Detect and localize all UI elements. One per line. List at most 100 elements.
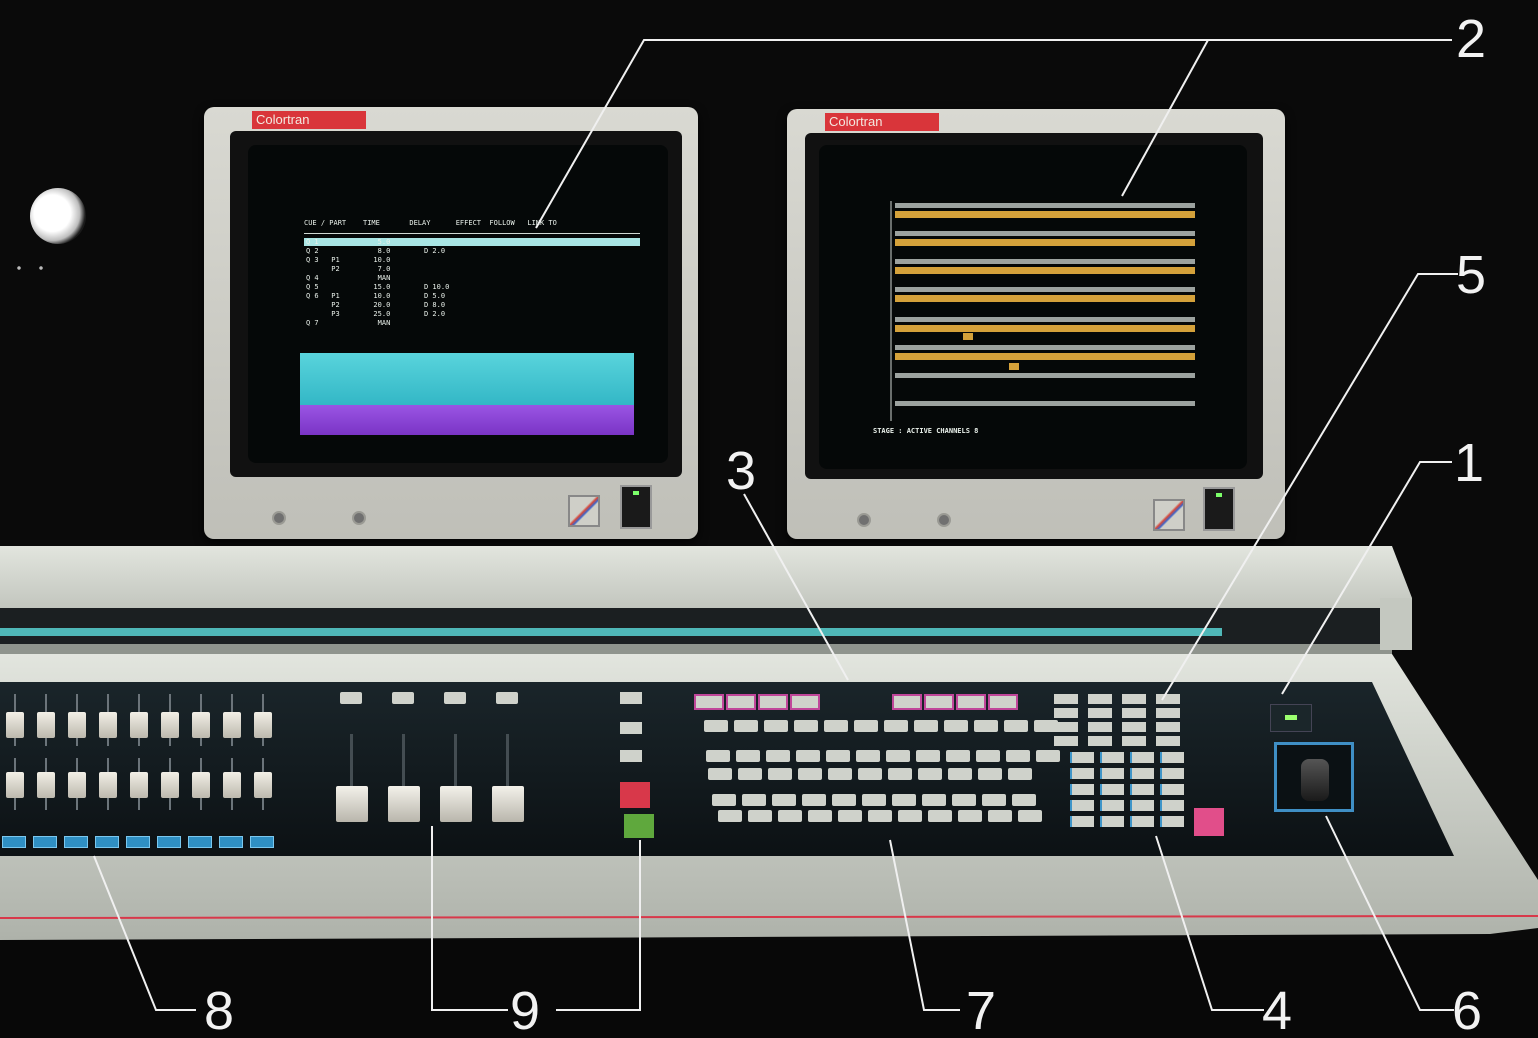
trackball[interactable] [1301,759,1329,801]
keyboard-key[interactable] [948,768,972,780]
keypad-key[interactable] [1160,800,1184,811]
master-select-button[interactable] [496,692,518,704]
keyboard-key[interactable] [974,720,998,732]
keyboard-key[interactable] [736,750,760,762]
keypad-top-key[interactable] [1088,736,1112,746]
submaster-bump-button[interactable] [126,836,150,848]
submaster-fader-cap[interactable] [161,712,179,738]
keyboard-key[interactable] [976,750,1000,762]
keyboard-key[interactable] [922,794,946,806]
function-key[interactable] [892,694,922,710]
submaster-fader-cap[interactable] [223,772,241,798]
keyboard-key[interactable] [856,750,880,762]
submaster-bump-button[interactable] [64,836,88,848]
keypad-key[interactable] [1100,784,1124,795]
submaster-bump-button[interactable] [219,836,243,848]
keypad-top-key[interactable] [1054,736,1078,746]
keypad-top-key[interactable] [1088,708,1112,718]
playback-button[interactable] [620,750,642,762]
keyboard-key[interactable] [978,768,1002,780]
master-select-button[interactable] [444,692,466,704]
submaster-fader-cap[interactable] [130,712,148,738]
keypad-key[interactable] [1100,816,1124,827]
keypad-key[interactable] [1070,784,1094,795]
keyboard-key[interactable] [958,810,982,822]
keyboard-key[interactable] [734,720,758,732]
submaster-fader-cap[interactable] [161,772,179,798]
keyboard-key[interactable] [1006,750,1030,762]
submaster-fader-cap[interactable] [192,712,210,738]
submaster-bump-button[interactable] [188,836,212,848]
keyboard-key[interactable] [862,794,886,806]
keyboard-key[interactable] [738,768,762,780]
keyboard-key[interactable] [838,810,862,822]
submaster-fader-cap[interactable] [254,772,272,798]
submaster-fader-cap[interactable] [99,712,117,738]
hold-button[interactable] [620,782,650,808]
keyboard-key[interactable] [772,794,796,806]
keyboard-key[interactable] [1008,768,1032,780]
keypad-key[interactable] [1130,784,1154,795]
submaster-bump-button[interactable] [250,836,274,848]
keyboard-key[interactable] [886,750,910,762]
playback-button[interactable] [620,722,642,734]
master-fader-cap[interactable] [388,786,420,822]
keyboard-key[interactable] [704,720,728,732]
keypad-top-key[interactable] [1122,722,1146,732]
keyboard-key[interactable] [868,810,892,822]
function-key[interactable] [726,694,756,710]
keyboard-key[interactable] [1004,720,1028,732]
keypad-key[interactable] [1160,784,1184,795]
keyboard-key[interactable] [1012,794,1036,806]
keyboard-key[interactable] [768,768,792,780]
keypad-key[interactable] [1100,752,1124,763]
submaster-bump-button[interactable] [157,836,181,848]
keyboard-key[interactable] [708,768,732,780]
keypad-key[interactable] [1070,768,1094,779]
submaster-bump-button[interactable] [95,836,119,848]
function-key[interactable] [956,694,986,710]
keyboard-key[interactable] [892,794,916,806]
keypad-key[interactable] [1070,800,1094,811]
keypad-top-key[interactable] [1122,694,1146,704]
keyboard-key[interactable] [764,720,788,732]
submaster-fader-cap[interactable] [192,772,210,798]
submaster-bump-button[interactable] [2,836,26,848]
keyboard-key[interactable] [988,810,1012,822]
submaster-fader-cap[interactable] [6,772,24,798]
keyboard-key[interactable] [916,750,940,762]
keyboard-key[interactable] [794,720,818,732]
keyboard-key[interactable] [718,810,742,822]
keypad-key[interactable] [1160,768,1184,779]
keyboard-key[interactable] [884,720,908,732]
keyboard-key[interactable] [824,720,848,732]
submaster-fader-cap[interactable] [68,712,86,738]
keypad-top-key[interactable] [1122,736,1146,746]
keypad-key[interactable] [1070,752,1094,763]
keyboard-key[interactable] [826,750,850,762]
keyboard-key[interactable] [766,750,790,762]
keypad-key[interactable] [1130,768,1154,779]
submaster-fader-cap[interactable] [130,772,148,798]
keypad-top-key[interactable] [1156,722,1180,732]
function-key[interactable] [694,694,724,710]
submaster-bump-button[interactable] [33,836,57,848]
keypad-key[interactable] [1100,768,1124,779]
keyboard-key[interactable] [952,794,976,806]
keypad-key[interactable] [1130,752,1154,763]
keypad-key[interactable] [1160,752,1184,763]
submaster-fader-cap[interactable] [68,772,86,798]
keyboard-key[interactable] [828,768,852,780]
trackball-well[interactable] [1274,742,1354,812]
master-fader-cap[interactable] [492,786,524,822]
keyboard-key[interactable] [982,794,1006,806]
keypad-key[interactable] [1130,800,1154,811]
function-key[interactable] [924,694,954,710]
keyboard-key[interactable] [898,810,922,822]
keyboard-key[interactable] [748,810,772,822]
keypad-top-key[interactable] [1122,708,1146,718]
function-key[interactable] [758,694,788,710]
keyboard-key[interactable] [706,750,730,762]
keypad-top-key[interactable] [1088,694,1112,704]
submaster-fader-cap[interactable] [6,712,24,738]
